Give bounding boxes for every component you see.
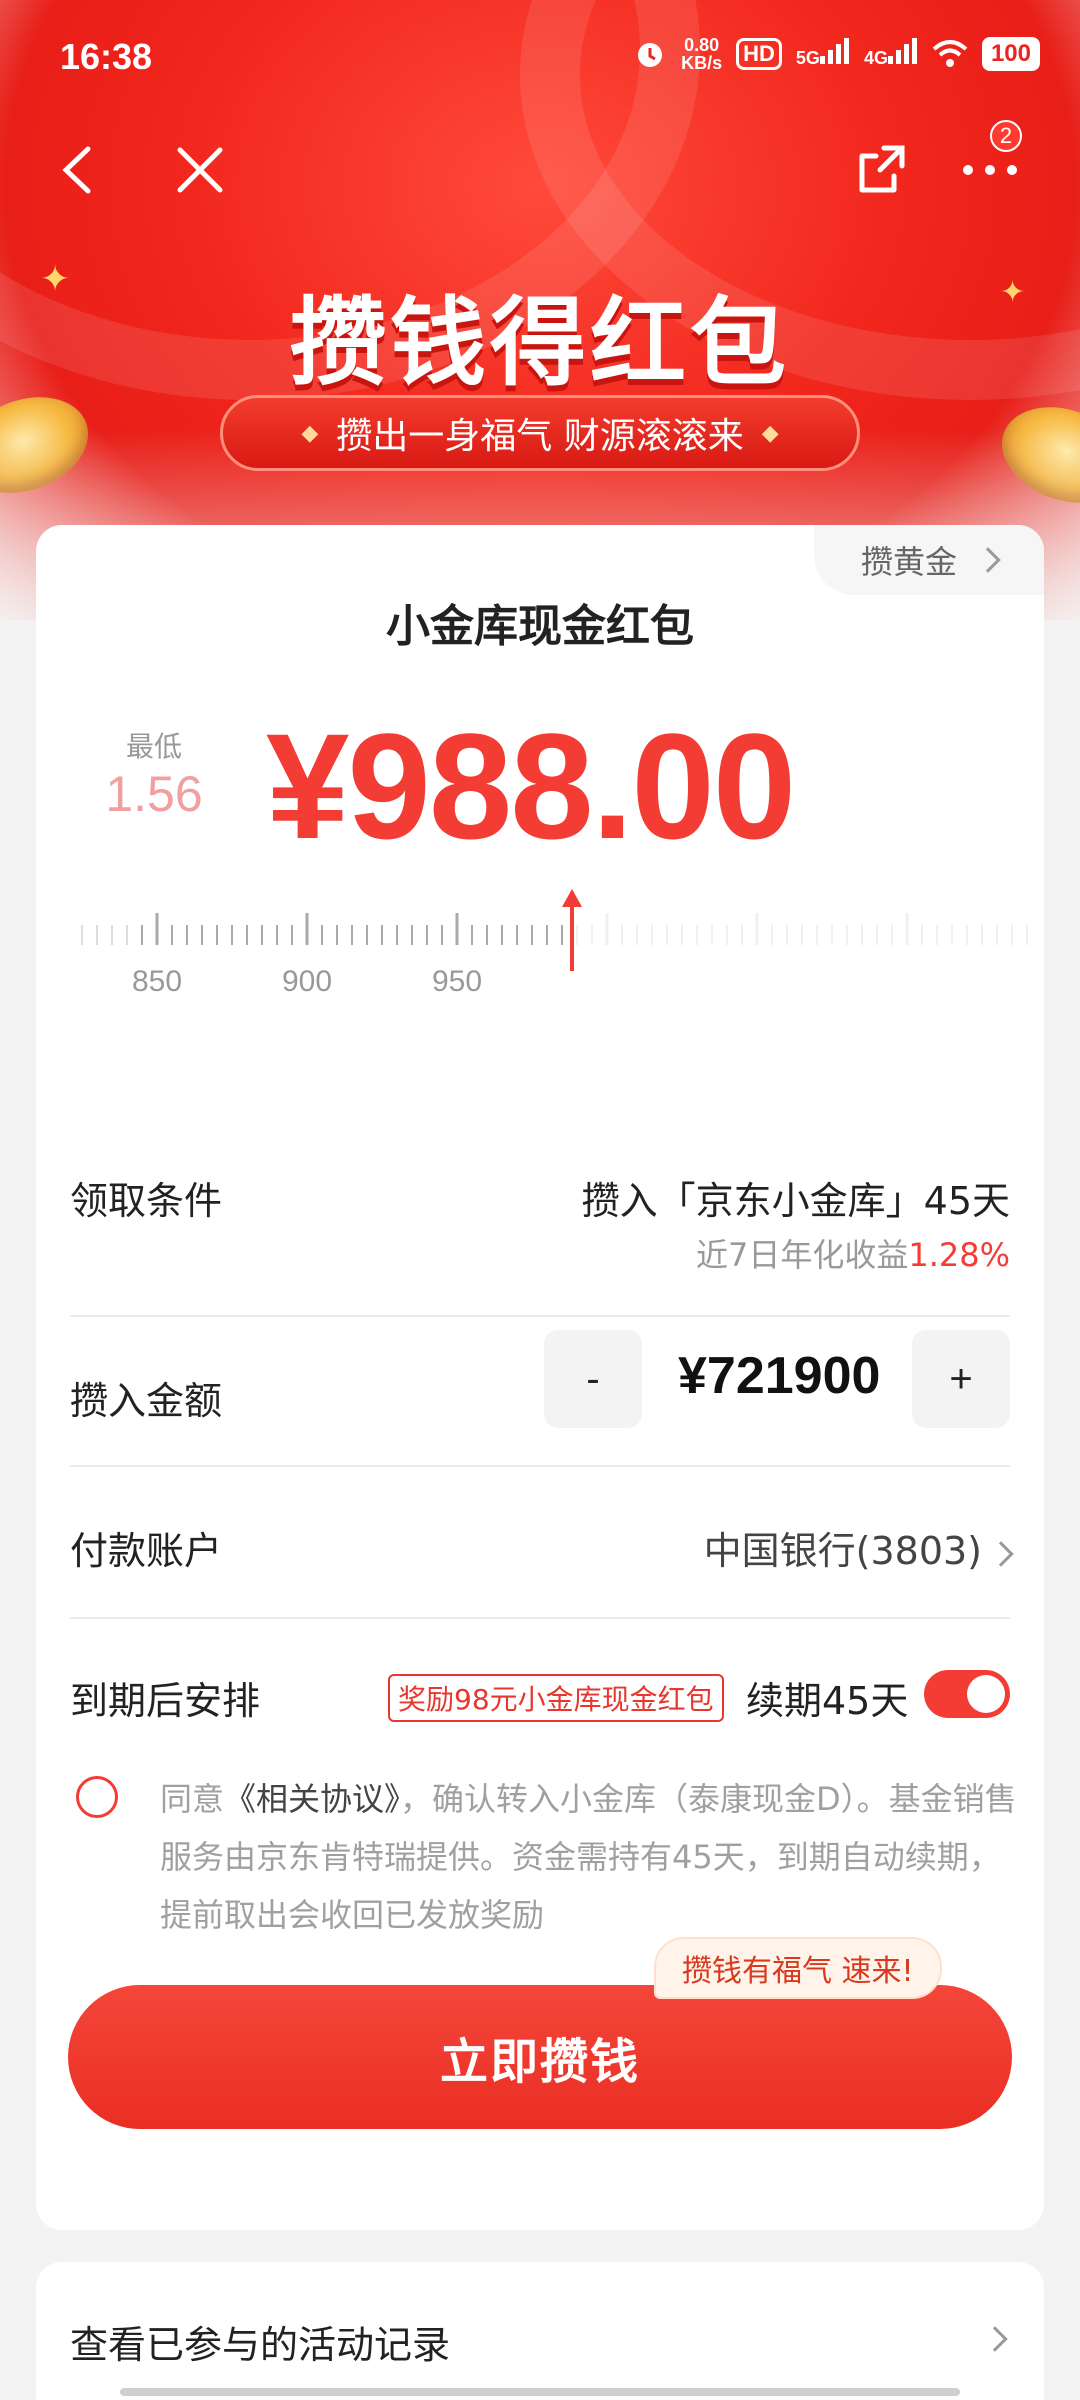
close-button[interactable]	[160, 130, 240, 210]
auto-renew-toggle[interactable]	[924, 1670, 1010, 1718]
back-button[interactable]	[38, 130, 118, 210]
agreement-link[interactable]: 《相关协议》	[224, 1780, 400, 1818]
more-dots-icon	[963, 165, 1017, 175]
min-label: 最低	[125, 730, 182, 763]
net-speed: 0.80 KB/s	[681, 35, 723, 73]
promo-badge: 奖励98元小金库现金红包	[388, 1674, 724, 1722]
ruler-ticks	[81, 913, 1028, 945]
account-value: 中国银行(3803)	[703, 1520, 1014, 1575]
share-button[interactable]	[842, 130, 922, 210]
conditions-label: 领取条件	[70, 1179, 223, 1223]
chevron-right-icon	[975, 547, 1001, 573]
red-packet-amount: ¥988.00	[266, 702, 796, 870]
decrease-button[interactable]: -	[544, 1330, 642, 1428]
ruler-label: 900	[282, 965, 333, 998]
hd-icon: HD	[736, 38, 782, 70]
account-label: 付款账户	[70, 1529, 223, 1573]
status-time: 16:38	[60, 36, 153, 77]
yield-info: 近7日年化收益1.28%	[696, 1230, 1010, 1276]
deposit-label: 攒入金额	[70, 1379, 223, 1423]
hero-title: 攒钱得红包	[290, 287, 790, 399]
renew-label: 续期45天	[746, 1679, 909, 1723]
yield-label: 近7日年化收益	[695, 1236, 909, 1274]
history-label: 查看已参与的活动记录	[70, 2323, 451, 2367]
home-indicator	[120, 2388, 960, 2396]
chevron-right-icon	[988, 1540, 1014, 1567]
top-nav: 2	[0, 120, 1080, 210]
back-arrow-icon	[62, 146, 91, 194]
deposit-amount[interactable]: ¥721900	[678, 1346, 880, 1406]
history-link[interactable]: 查看已参与的活动记录	[36, 2262, 1044, 2400]
bank-account: 中国银行(3803)	[703, 1529, 982, 1573]
savings-card: 攒黄金 小金库现金红包 最低 1.56 ¥988.00 850 900 950 …	[36, 525, 1044, 2230]
divider	[70, 1315, 1010, 1317]
amount-ruler[interactable]: 850 900 950	[72, 885, 1044, 1025]
agree-radio[interactable]	[76, 1776, 118, 1818]
ruler-pointer-icon	[562, 889, 582, 971]
cta-tooltip: 攒钱有福气 速来!	[654, 1937, 942, 1999]
hero-subtitle-ribbon: ◆ 攒出一身福气 财源滚滚来 ◆	[220, 395, 860, 471]
status-bar: 16:38 0.80 KB/s HD 5G 4G 100	[0, 0, 1080, 110]
conditions-value: 攒入「京东小金库」45天	[581, 1179, 1010, 1223]
min-value: 1.56	[105, 766, 203, 822]
gold-savings-label: 攒黄金	[860, 543, 957, 581]
save-now-button[interactable]: 立即攒钱	[68, 1985, 1012, 2129]
agreement-text: 同意《相关协议》，确认转入小金库（泰康现金D）。基金销售服务由京东肯特瑞提供。资…	[160, 1780, 1017, 1934]
menu-badge: 2	[990, 120, 1022, 152]
maturity-label: 到期后安排	[70, 1679, 261, 1723]
yield-value: 1.28%	[908, 1236, 1010, 1274]
divider	[70, 1617, 1010, 1619]
share-icon	[859, 145, 905, 193]
more-menu-button[interactable]: 2	[950, 120, 1030, 210]
divider	[70, 1465, 1010, 1467]
signal-4g-icon: 4G	[864, 38, 918, 70]
ruler-label: 850	[132, 965, 183, 998]
gold-savings-link[interactable]: 攒黄金	[814, 525, 1044, 595]
ruler-label: 950	[432, 965, 483, 998]
card-title: 小金库现金红包	[386, 601, 694, 652]
battery-icon: 100	[981, 37, 1040, 71]
chevron-right-icon	[982, 2326, 1008, 2352]
signal-5g-icon: 5G	[796, 38, 850, 70]
hero-subtitle: 攒出一身福气 财源滚滚来	[336, 416, 744, 457]
alarm-icon	[638, 43, 663, 67]
wifi-icon	[932, 40, 968, 67]
increase-button[interactable]: +	[912, 1330, 1010, 1428]
close-icon	[177, 147, 223, 193]
